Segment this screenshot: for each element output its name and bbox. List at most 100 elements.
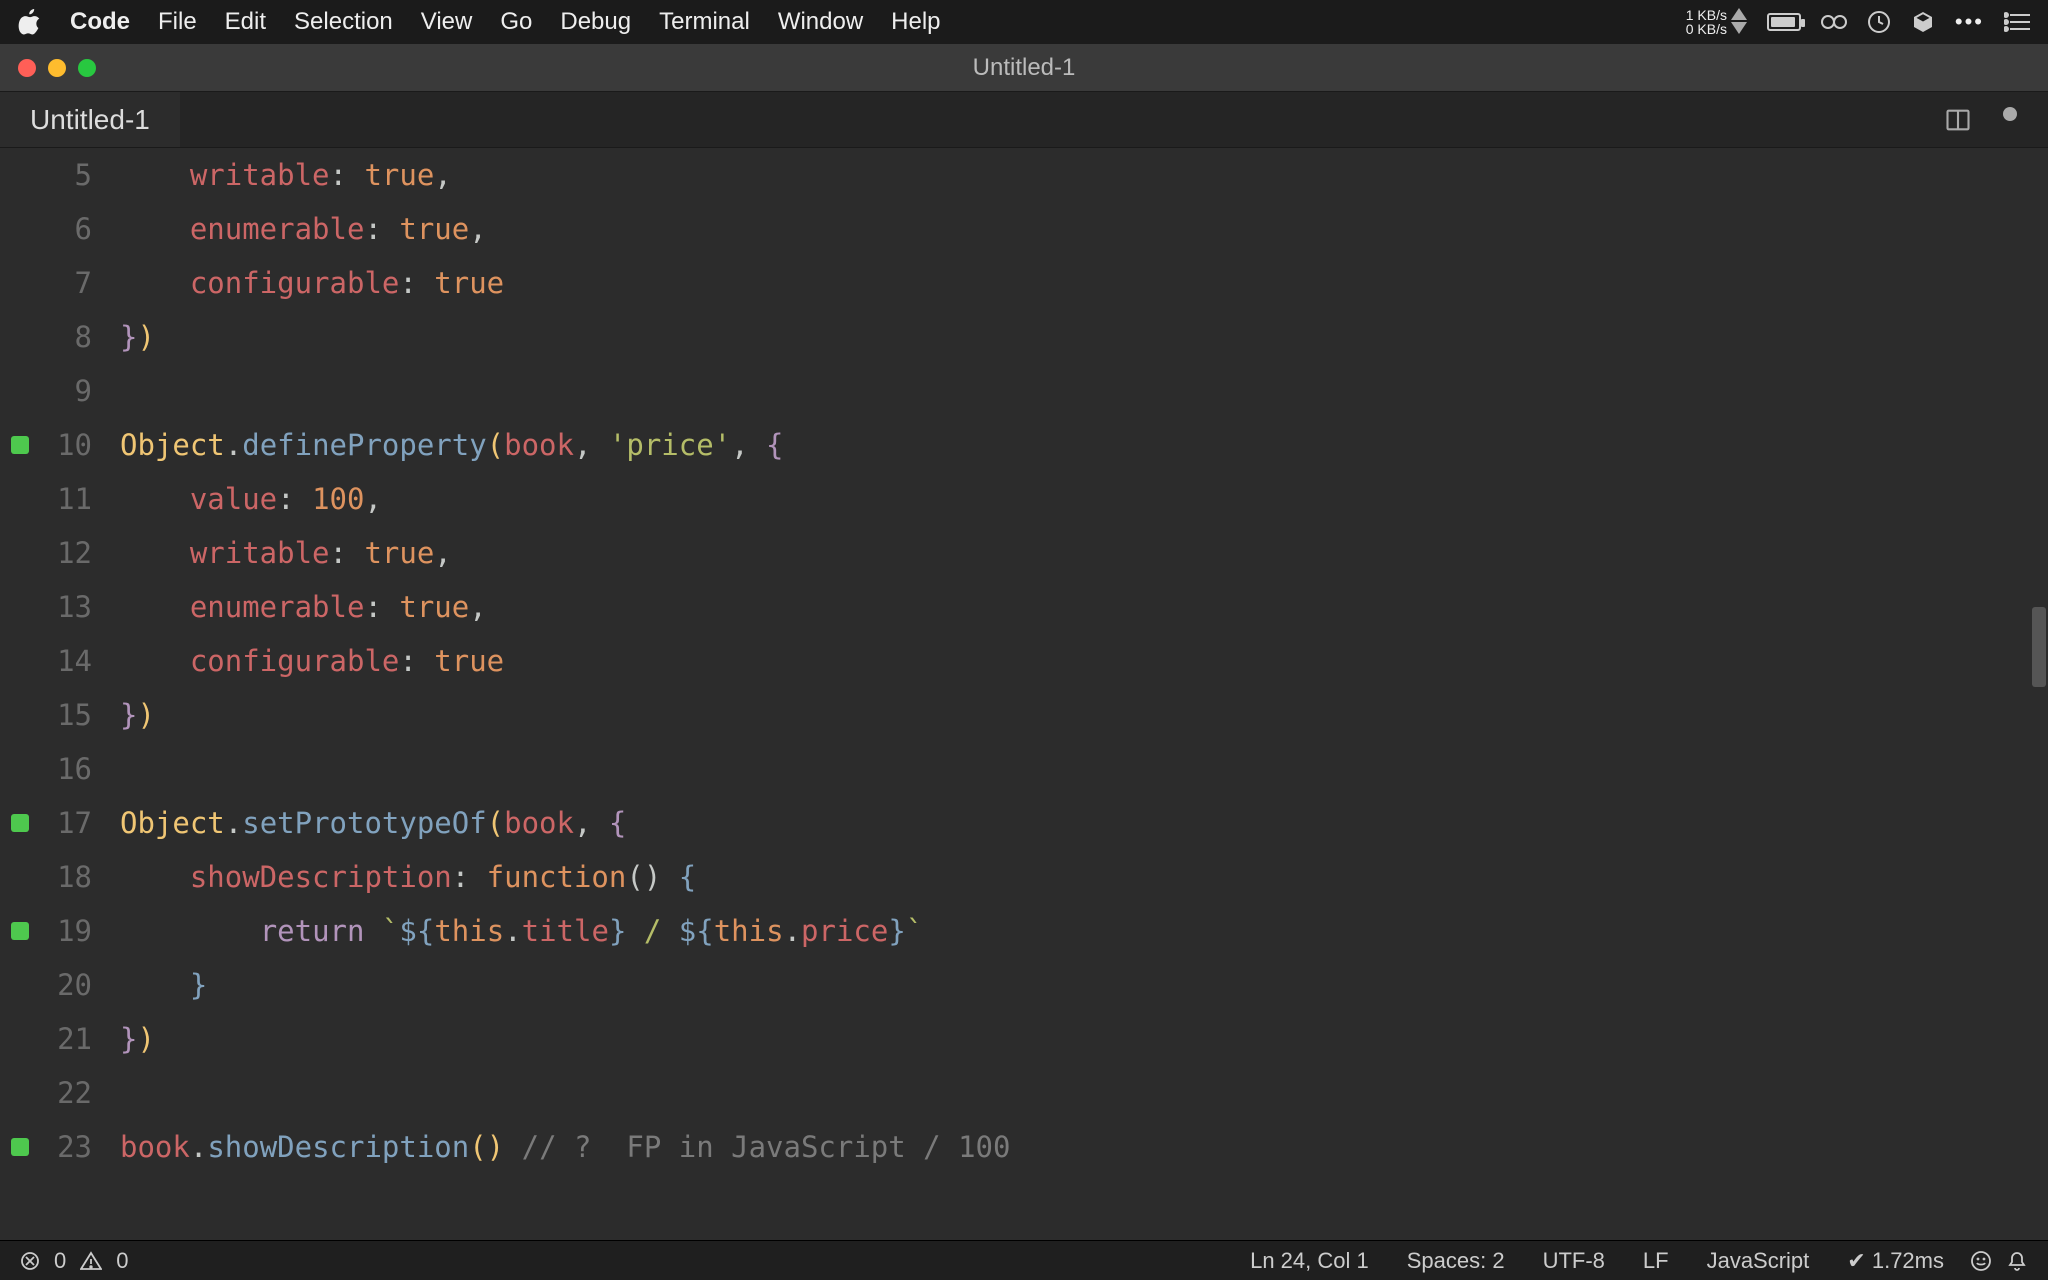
- line-number: 21: [40, 1012, 120, 1066]
- gutter-marker: [0, 526, 40, 580]
- more-icon[interactable]: •••: [1955, 9, 1984, 35]
- code-content: writable: true,: [120, 526, 452, 580]
- dirty-indicator-icon[interactable]: [2002, 106, 2018, 134]
- status-bar: 0 0 Ln 24, Col 1 Spaces: 2 UTF-8 LF Java…: [0, 1240, 2048, 1280]
- line-number: 22: [40, 1066, 120, 1120]
- network-speed-indicator[interactable]: 1 KB/s 0 KB/s: [1686, 8, 1747, 36]
- code-line[interactable]: 19 return `${this.title} / ${this.price}…: [0, 904, 2048, 958]
- menu-edit[interactable]: Edit: [225, 8, 266, 36]
- language-mode[interactable]: JavaScript: [1695, 1248, 1822, 1274]
- code-line[interactable]: 6 enumerable: true,: [0, 202, 2048, 256]
- line-number: 20: [40, 958, 120, 1012]
- code-line[interactable]: 15}): [0, 688, 2048, 742]
- menu-file[interactable]: File: [158, 8, 197, 36]
- feedback-icon[interactable]: [1970, 1250, 1992, 1272]
- warnings-icon[interactable]: [80, 1251, 102, 1271]
- code-line[interactable]: 7 configurable: true: [0, 256, 2048, 310]
- apple-menu-icon[interactable]: [18, 9, 42, 35]
- code-line[interactable]: 22: [0, 1066, 2048, 1120]
- code-line[interactable]: 20 }: [0, 958, 2048, 1012]
- clock-icon[interactable]: [1867, 10, 1891, 34]
- code-line[interactable]: 12 writable: true,: [0, 526, 2048, 580]
- battery-icon[interactable]: [1767, 13, 1801, 31]
- code-editor[interactable]: 5 writable: true,6 enumerable: true,7 co…: [0, 148, 2048, 1240]
- line-number: 15: [40, 688, 120, 742]
- split-editor-icon[interactable]: [1944, 106, 1972, 134]
- line-number: 13: [40, 580, 120, 634]
- gutter-marker: [0, 796, 40, 850]
- gutter-marker: [0, 472, 40, 526]
- gutter-marker: [0, 256, 40, 310]
- line-number: 16: [40, 742, 120, 796]
- code-content: }: [120, 958, 207, 1012]
- line-number: 14: [40, 634, 120, 688]
- line-number: 5: [40, 148, 120, 202]
- code-line[interactable]: 16: [0, 742, 2048, 796]
- line-number: 10: [40, 418, 120, 472]
- code-line[interactable]: 13 enumerable: true,: [0, 580, 2048, 634]
- link-icon[interactable]: [1821, 13, 1847, 31]
- gutter-marker: [0, 904, 40, 958]
- menu-help[interactable]: Help: [891, 8, 940, 36]
- code-content: writable: true,: [120, 148, 452, 202]
- tab-label: Untitled-1: [30, 104, 150, 136]
- code-content: }): [120, 310, 155, 364]
- errors-count[interactable]: 0: [54, 1248, 66, 1274]
- menu-debug[interactable]: Debug: [560, 8, 631, 36]
- menu-window[interactable]: Window: [778, 8, 863, 36]
- code-content: Object.setPrototypeOf(book, {: [120, 796, 626, 850]
- code-content: configurable: true: [120, 634, 504, 688]
- code-content: }): [120, 688, 155, 742]
- gutter-marker: [0, 742, 40, 796]
- gutter-marker: [0, 364, 40, 418]
- gutter-marker: [0, 1120, 40, 1174]
- cube-icon[interactable]: [1911, 10, 1935, 34]
- gutter-marker: [0, 418, 40, 472]
- warnings-count[interactable]: 0: [116, 1248, 128, 1274]
- code-line[interactable]: 18 showDescription: function() {: [0, 850, 2048, 904]
- line-number: 17: [40, 796, 120, 850]
- code-line[interactable]: 23book.showDescription() // ? FP in Java…: [0, 1120, 2048, 1174]
- line-number: 9: [40, 364, 120, 418]
- code-content: return `${this.title} / ${this.price}`: [120, 904, 923, 958]
- line-number: 11: [40, 472, 120, 526]
- line-number: 18: [40, 850, 120, 904]
- code-line[interactable]: 14 configurable: true: [0, 634, 2048, 688]
- tab-untitled[interactable]: Untitled-1: [0, 92, 180, 147]
- code-content: enumerable: true,: [120, 202, 487, 256]
- code-line[interactable]: 9: [0, 364, 2048, 418]
- eol[interactable]: LF: [1631, 1248, 1681, 1274]
- line-number: 19: [40, 904, 120, 958]
- gutter-marker: [0, 148, 40, 202]
- code-content: showDescription: function() {: [120, 850, 696, 904]
- menu-view[interactable]: View: [421, 8, 473, 36]
- overview-ruler[interactable]: [2030, 148, 2048, 1240]
- code-line[interactable]: 5 writable: true,: [0, 148, 2048, 202]
- timing[interactable]: 1.72ms: [1835, 1248, 1956, 1274]
- indentation[interactable]: Spaces: 2: [1395, 1248, 1517, 1274]
- code-line[interactable]: 10Object.defineProperty(book, 'price', {: [0, 418, 2048, 472]
- code-content: configurable: true: [120, 256, 504, 310]
- code-line[interactable]: 8}): [0, 310, 2048, 364]
- gutter-marker: [0, 1012, 40, 1066]
- code-content: Object.defineProperty(book, 'price', {: [120, 418, 784, 472]
- gutter-marker: [0, 634, 40, 688]
- menu-selection[interactable]: Selection: [294, 8, 393, 36]
- gutter-marker: [0, 958, 40, 1012]
- code-line[interactable]: 17Object.setPrototypeOf(book, {: [0, 796, 2048, 850]
- menu-go[interactable]: Go: [500, 8, 532, 36]
- notifications-icon[interactable]: [2006, 1250, 2028, 1272]
- code-line[interactable]: 21}): [0, 1012, 2048, 1066]
- gutter-marker: [0, 310, 40, 364]
- code-line[interactable]: 11 value: 100,: [0, 472, 2048, 526]
- window-title: Untitled-1: [0, 54, 2048, 82]
- encoding[interactable]: UTF-8: [1531, 1248, 1617, 1274]
- app-name[interactable]: Code: [70, 8, 130, 36]
- cursor-position[interactable]: Ln 24, Col 1: [1238, 1248, 1381, 1274]
- code-content: }): [120, 1012, 155, 1066]
- list-icon[interactable]: [2004, 11, 2030, 33]
- gutter-marker: [0, 688, 40, 742]
- errors-icon[interactable]: [20, 1251, 40, 1271]
- line-number: 6: [40, 202, 120, 256]
- menu-terminal[interactable]: Terminal: [659, 8, 750, 36]
